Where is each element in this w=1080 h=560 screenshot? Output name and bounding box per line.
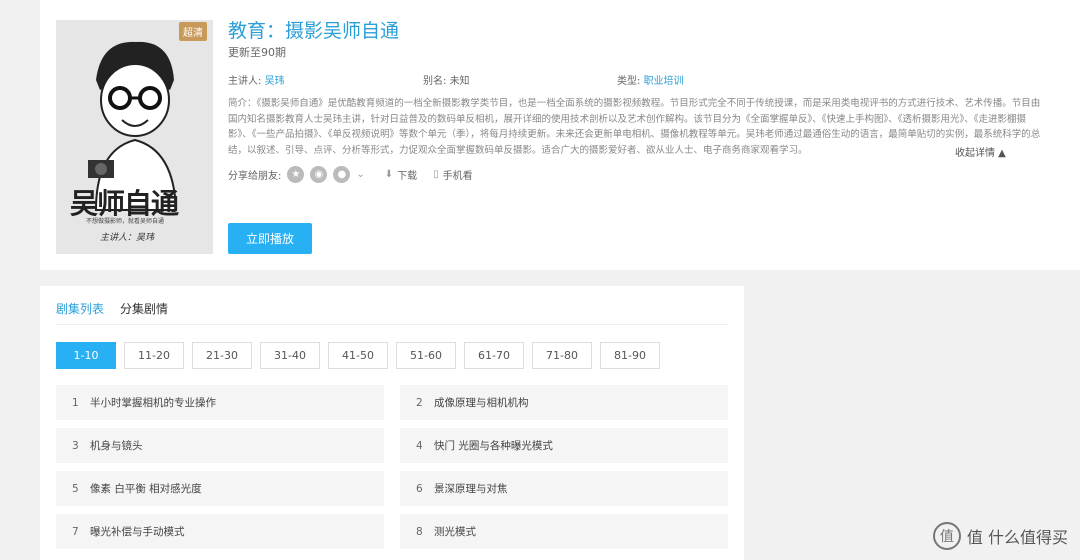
poster-subtitle: 不想做摄影师，就看吴师自通 xyxy=(86,218,165,225)
type-meta: 类型: 职业培训 xyxy=(617,72,684,87)
range-button[interactable]: 11-20 xyxy=(124,342,184,369)
episode-item[interactable]: 8 测光模式 xyxy=(400,514,728,549)
range-button[interactable]: 1-10 xyxy=(56,342,116,369)
episode-number: 8 xyxy=(416,525,423,538)
episode-item[interactable]: 4 快门 光圈与各种曝光模式 xyxy=(400,428,728,463)
type-link[interactable]: 职业培训 xyxy=(644,76,684,87)
page-title: 教育：摄影吴师自通 xyxy=(228,20,400,42)
chevron-down-icon[interactable]: ⌄ xyxy=(356,169,364,180)
alias-label: 别名: xyxy=(423,76,447,87)
episode-title: 机身与镜头 xyxy=(90,440,143,452)
episode-number: 5 xyxy=(72,482,79,495)
share-label: 分享给朋友: xyxy=(228,171,282,182)
share-bar: 分享给朋友: ★ ◉ ● ⌄ ⬇ 下载 ▯ 手机看 xyxy=(228,166,489,183)
episode-title: 景深原理与对焦 xyxy=(434,483,508,495)
tab-episode-list[interactable]: 剧集列表 xyxy=(56,300,104,317)
download-button[interactable]: 下载 xyxy=(397,167,417,182)
episode-title: 测光模式 xyxy=(434,526,476,538)
type-label: 类型: xyxy=(617,76,641,87)
episode-number: 4 xyxy=(416,439,423,452)
mobile-icon[interactable]: ▯ xyxy=(433,169,439,180)
mobile-watch-button[interactable]: 手机看 xyxy=(443,167,473,182)
star-share-icon[interactable]: ★ xyxy=(287,166,305,183)
host-label: 主讲人: xyxy=(228,76,262,87)
range-button[interactable]: 31-40 xyxy=(260,342,320,369)
episode-number: 6 xyxy=(416,482,423,495)
show-description: 简介：《摄影吴师自通》是优酷教育频道的一档全新摄影教学类节目，也是一档全面系统的… xyxy=(228,98,1041,156)
episode-grid: 1 半小时掌握相机的专业操作 2 成像原理与相机机构 3 机身与镜头 4 快门 光圈与各… xyxy=(56,385,728,549)
download-icon[interactable]: ⬇ xyxy=(385,169,393,180)
episode-tabs: 剧集列表 分集剧情 xyxy=(56,300,184,317)
episode-title: 像素 白平衡 相对感光度 xyxy=(90,483,202,495)
episode-number: 3 xyxy=(72,439,79,452)
weibo-share-icon[interactable]: ◉ xyxy=(310,166,328,183)
qq-share-icon[interactable]: ● xyxy=(333,166,351,183)
show-poster[interactable]: 吴师自通 不想做摄影师，就看吴师自通 主讲人：吴玮 超清 xyxy=(56,20,213,254)
episode-title: 快门 光圈与各种曝光模式 xyxy=(434,440,553,452)
host-link[interactable]: 吴玮 xyxy=(265,76,285,87)
episode-item[interactable]: 7 曝光补偿与手动模式 xyxy=(56,514,384,549)
episode-list-card: 剧集列表 分集剧情 1-10 11-20 21-30 31-40 41-50 5… xyxy=(40,286,744,560)
episode-item[interactable]: 2 成像原理与相机机构 xyxy=(400,385,728,420)
update-status: 更新至90期 xyxy=(228,46,286,59)
episode-item[interactable]: 5 像素 白平衡 相对感光度 xyxy=(56,471,384,506)
play-now-button[interactable]: 立即播放 xyxy=(228,223,312,254)
range-button[interactable]: 71-80 xyxy=(532,342,592,369)
quality-badge: 超清 xyxy=(179,22,207,41)
tab-episode-plot[interactable]: 分集剧情 xyxy=(120,300,168,317)
range-button[interactable]: 21-30 xyxy=(192,342,252,369)
episode-item[interactable]: 6 景深原理与对焦 xyxy=(400,471,728,506)
episode-number: 2 xyxy=(416,396,423,409)
show-info-card: 吴师自通 不想做摄影师，就看吴师自通 主讲人：吴玮 超清 教育：摄影吴师自通 更… xyxy=(40,0,1080,270)
watermark-logo-icon: 值 xyxy=(932,522,961,550)
episode-item[interactable]: 3 机身与镜头 xyxy=(56,428,384,463)
episode-number: 1 xyxy=(72,396,79,409)
tab-divider xyxy=(56,324,728,325)
site-watermark: 值 值 什么值得买 xyxy=(932,522,1068,550)
episode-title: 成像原理与相机机构 xyxy=(434,397,529,409)
range-button[interactable]: 41-50 xyxy=(328,342,388,369)
host-meta: 主讲人: 吴玮 xyxy=(228,72,285,87)
range-button[interactable]: 81-90 xyxy=(600,342,660,369)
poster-host: 主讲人：吴玮 xyxy=(100,233,155,243)
episode-title: 半小时掌握相机的专业操作 xyxy=(90,397,216,409)
episode-number: 7 xyxy=(72,525,79,538)
range-button[interactable]: 51-60 xyxy=(396,342,456,369)
episode-title: 曝光补偿与手动模式 xyxy=(90,526,185,538)
alias-meta: 别名: 未知 xyxy=(423,72,470,87)
alias-value: 未知 xyxy=(449,76,470,87)
collapse-details-button[interactable]: 收起详情 ▲ xyxy=(955,144,1006,159)
episode-item[interactable]: 1 半小时掌握相机的专业操作 xyxy=(56,385,384,420)
episode-range-pager: 1-10 11-20 21-30 31-40 41-50 51-60 61-70… xyxy=(56,342,668,369)
watermark-text: 值 什么值得买 xyxy=(966,528,1068,547)
range-button[interactable]: 61-70 xyxy=(464,342,524,369)
